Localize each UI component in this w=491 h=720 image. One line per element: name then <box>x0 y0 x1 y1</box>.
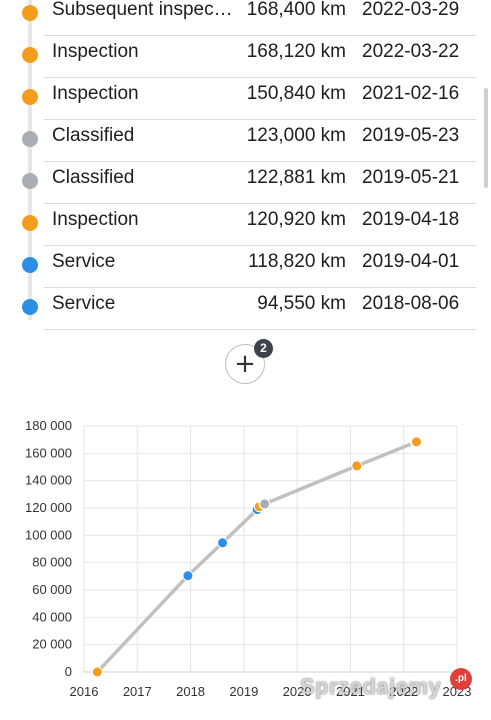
event-date: 2022-03-22 <box>362 41 460 62</box>
status-dot-icon <box>22 131 38 147</box>
data-point <box>411 436 423 448</box>
x-tick-label: 2017 <box>123 684 152 699</box>
event-type: Service <box>52 293 116 314</box>
mileage-value: 168,120 km <box>246 41 346 62</box>
mileage-value: 122,881 km <box>246 167 346 188</box>
history-row[interactable]: Inspection 150,840 km 2021-02-16 <box>0 78 480 120</box>
y-tick-label: 20 000 <box>32 637 72 652</box>
history-row[interactable]: Inspection 168,120 km 2022-03-22 <box>0 36 480 78</box>
event-date: 2019-05-21 <box>362 167 460 188</box>
y-tick-label: 120 000 <box>25 500 72 515</box>
event-date: 2018-08-06 <box>362 293 460 314</box>
y-tick-label: 140 000 <box>25 473 72 488</box>
status-dot-icon <box>22 173 38 189</box>
y-tick-label: 0 <box>65 664 72 679</box>
history-row[interactable]: Inspection 120,920 km 2019-04-18 <box>0 204 480 246</box>
event-date: 2019-04-01 <box>362 251 460 272</box>
history-row[interactable]: Service 118,820 km 2019-04-01 <box>0 246 480 288</box>
watermark-text: Sprzedajemy <box>300 674 442 699</box>
x-tick-label: 2019 <box>229 684 258 699</box>
scrollbar-thumb[interactable] <box>484 88 488 188</box>
event-type: Inspection <box>52 209 139 230</box>
x-tick-label: 2016 <box>70 684 99 699</box>
mileage-value: 123,000 km <box>246 125 346 146</box>
event-type: Classified <box>52 125 135 146</box>
y-tick-label: 160 000 <box>25 445 72 460</box>
status-dot-icon <box>22 5 38 21</box>
status-dot-icon <box>22 299 38 315</box>
watermark-badge: .pl <box>450 668 472 690</box>
event-type: Inspection <box>52 41 139 62</box>
history-list: Subsequent inspecti... 168,400 km 2022-03-… <box>0 0 491 335</box>
mileage-value: 150,840 km <box>246 83 346 104</box>
history-row[interactable]: Classified 122,881 km 2019-05-21 <box>0 162 480 204</box>
mileage-series-line <box>96 440 418 674</box>
hidden-count-badge: 2 <box>254 339 273 358</box>
watermark: Sprzedajemy .pl <box>300 668 480 708</box>
history-row[interactable]: Service 94,550 km 2018-08-06 <box>0 288 480 330</box>
status-dot-icon <box>22 215 38 231</box>
data-point <box>351 460 363 472</box>
status-dot-icon <box>22 47 38 63</box>
data-point <box>259 498 271 510</box>
event-type: Subsequent inspecti... <box>52 0 234 20</box>
mileage-value: 120,920 km <box>246 209 346 230</box>
y-tick-label: 80 000 <box>32 555 72 570</box>
y-tick-label: 180 000 <box>25 418 72 433</box>
status-dot-icon <box>22 89 38 105</box>
event-date: 2019-04-18 <box>362 209 460 230</box>
event-date: 2021-02-16 <box>362 83 460 104</box>
data-point <box>217 537 229 549</box>
data-point <box>91 666 103 678</box>
event-type: Inspection <box>52 83 139 104</box>
event-date: 2019-05-23 <box>362 125 460 146</box>
x-tick-label: 2018 <box>176 684 205 699</box>
event-type: Classified <box>52 167 135 188</box>
row-divider <box>44 329 476 330</box>
mileage-value: 94,550 km <box>257 293 346 314</box>
history-row[interactable]: Classified 123,000 km 2019-05-23 <box>0 120 480 162</box>
event-type: Service <box>52 251 116 272</box>
y-tick-label: 100 000 <box>25 527 72 542</box>
history-row[interactable]: Subsequent inspecti... 168,400 km 2022-03-… <box>0 0 480 36</box>
mileage-value: 118,820 km <box>248 251 346 272</box>
event-date: 2022-03-29 <box>362 0 460 20</box>
data-point <box>182 570 194 582</box>
y-tick-label: 40 000 <box>32 609 72 624</box>
mileage-value: 168,400 km <box>246 0 346 20</box>
y-tick-label: 60 000 <box>32 582 72 597</box>
status-dot-icon <box>22 257 38 273</box>
